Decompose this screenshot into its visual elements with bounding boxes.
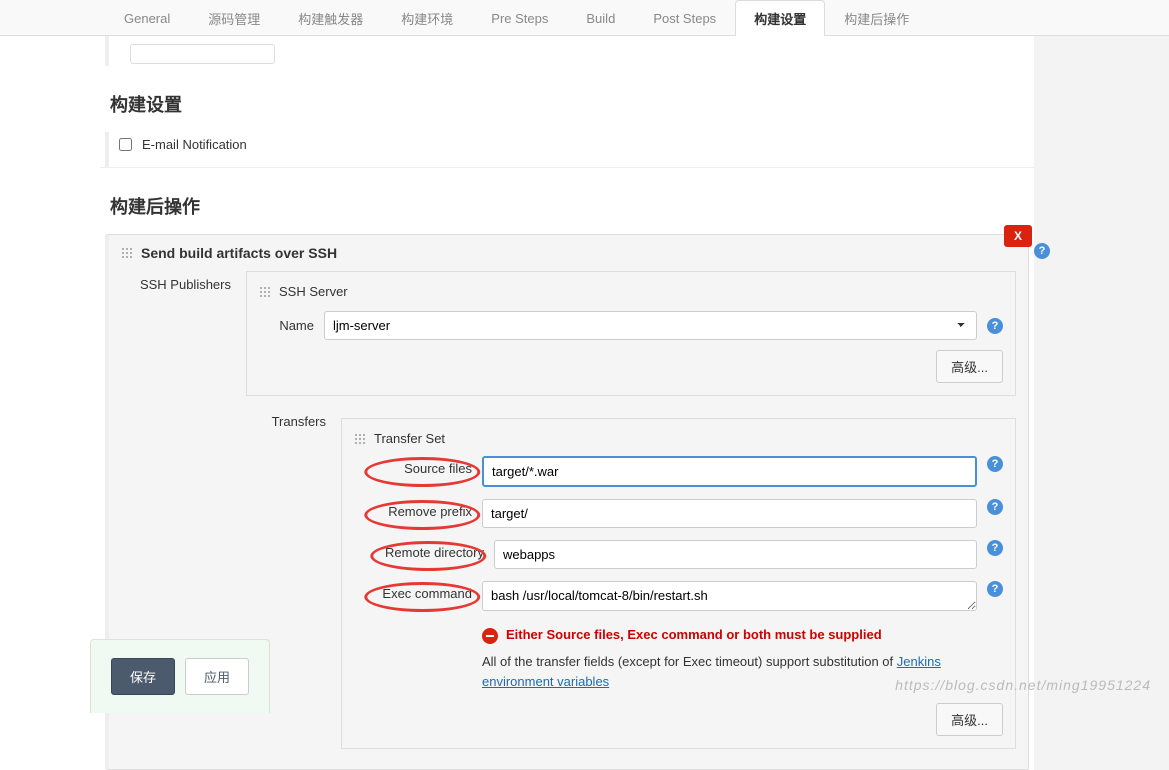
remote-directory-input[interactable] (494, 540, 977, 569)
section-post-build-title: 构建后操作 (110, 193, 1034, 219)
advanced-button[interactable]: 高级... (936, 350, 1003, 383)
config-tabs: General 源码管理 构建触发器 构建环境 Pre Steps Build … (0, 0, 1169, 36)
help-icon[interactable]: ? (987, 540, 1003, 556)
email-notification-label: E-mail Notification (142, 137, 247, 152)
remove-prefix-label: Remove prefix (388, 504, 472, 519)
help-icon[interactable]: ? (987, 318, 1003, 334)
add-step-button-remnant[interactable] (130, 44, 275, 64)
save-button[interactable]: 保存 (111, 658, 175, 695)
section-build-settings-title: 构建设置 (110, 91, 1034, 117)
transfer-set-title: Transfer Set (374, 431, 445, 446)
ssh-block-title-row: Send build artifacts over SSH (121, 245, 1016, 261)
drag-handle-icon[interactable] (354, 433, 366, 445)
help-icon[interactable]: ? (987, 581, 1003, 597)
tab-post-build[interactable]: 构建后操作 (825, 0, 928, 35)
ssh-block-title: Send build artifacts over SSH (141, 245, 337, 261)
save-apply-bar: 保存 应用 (90, 639, 270, 713)
tab-pre-steps[interactable]: Pre Steps (472, 0, 567, 35)
source-files-label: Source files (404, 461, 472, 476)
remote-directory-label: Remote directory (385, 545, 484, 560)
help-icon[interactable]: ? (987, 499, 1003, 515)
delete-step-button[interactable]: X (1004, 225, 1032, 247)
ssh-server-box: SSH Server Name ljm-server ? 高级... (246, 271, 1016, 396)
apply-button[interactable]: 应用 (185, 658, 249, 695)
email-notification-checkbox[interactable] (119, 138, 132, 151)
tab-post-steps[interactable]: Post Steps (634, 0, 735, 35)
help-icon[interactable]: ? (987, 456, 1003, 472)
email-notification-row: E-mail Notification (105, 132, 1034, 167)
tab-build-env[interactable]: 构建环境 (382, 0, 472, 35)
drag-handle-icon[interactable] (259, 286, 271, 298)
ssh-name-select[interactable]: ljm-server (324, 311, 977, 340)
source-files-input[interactable] (482, 456, 977, 487)
remove-prefix-input[interactable] (482, 499, 977, 528)
tab-build-settings[interactable]: 构建设置 (735, 0, 825, 36)
tab-build[interactable]: Build (567, 0, 634, 35)
error-icon (482, 628, 498, 644)
ssh-name-label: Name (259, 318, 314, 333)
transfers-label: Transfers (246, 408, 326, 429)
exec-command-input[interactable]: bash /usr/local/tomcat-8/bin/restart.sh (482, 581, 977, 611)
tab-general[interactable]: General (105, 0, 189, 35)
ssh-publishers-label: SSH Publishers (121, 271, 231, 292)
transfer-advanced-button[interactable]: 高级... (936, 703, 1003, 736)
error-text: Either Source files, Exec command or bot… (506, 626, 882, 644)
tab-triggers[interactable]: 构建触发器 (279, 0, 382, 35)
transfer-set-box: Transfer Set Source files ? Remove prefi… (341, 418, 1016, 749)
ssh-server-title: SSH Server (279, 284, 348, 299)
error-row: Either Source files, Exec command or bot… (482, 626, 1003, 644)
drag-handle-icon[interactable] (121, 247, 133, 259)
tab-scm[interactable]: 源码管理 (189, 0, 279, 35)
exec-command-label: Exec command (382, 586, 472, 601)
help-icon[interactable]: ? (1034, 243, 1050, 259)
watermark: https://blog.csdn.net/ming19951224 (895, 677, 1151, 693)
